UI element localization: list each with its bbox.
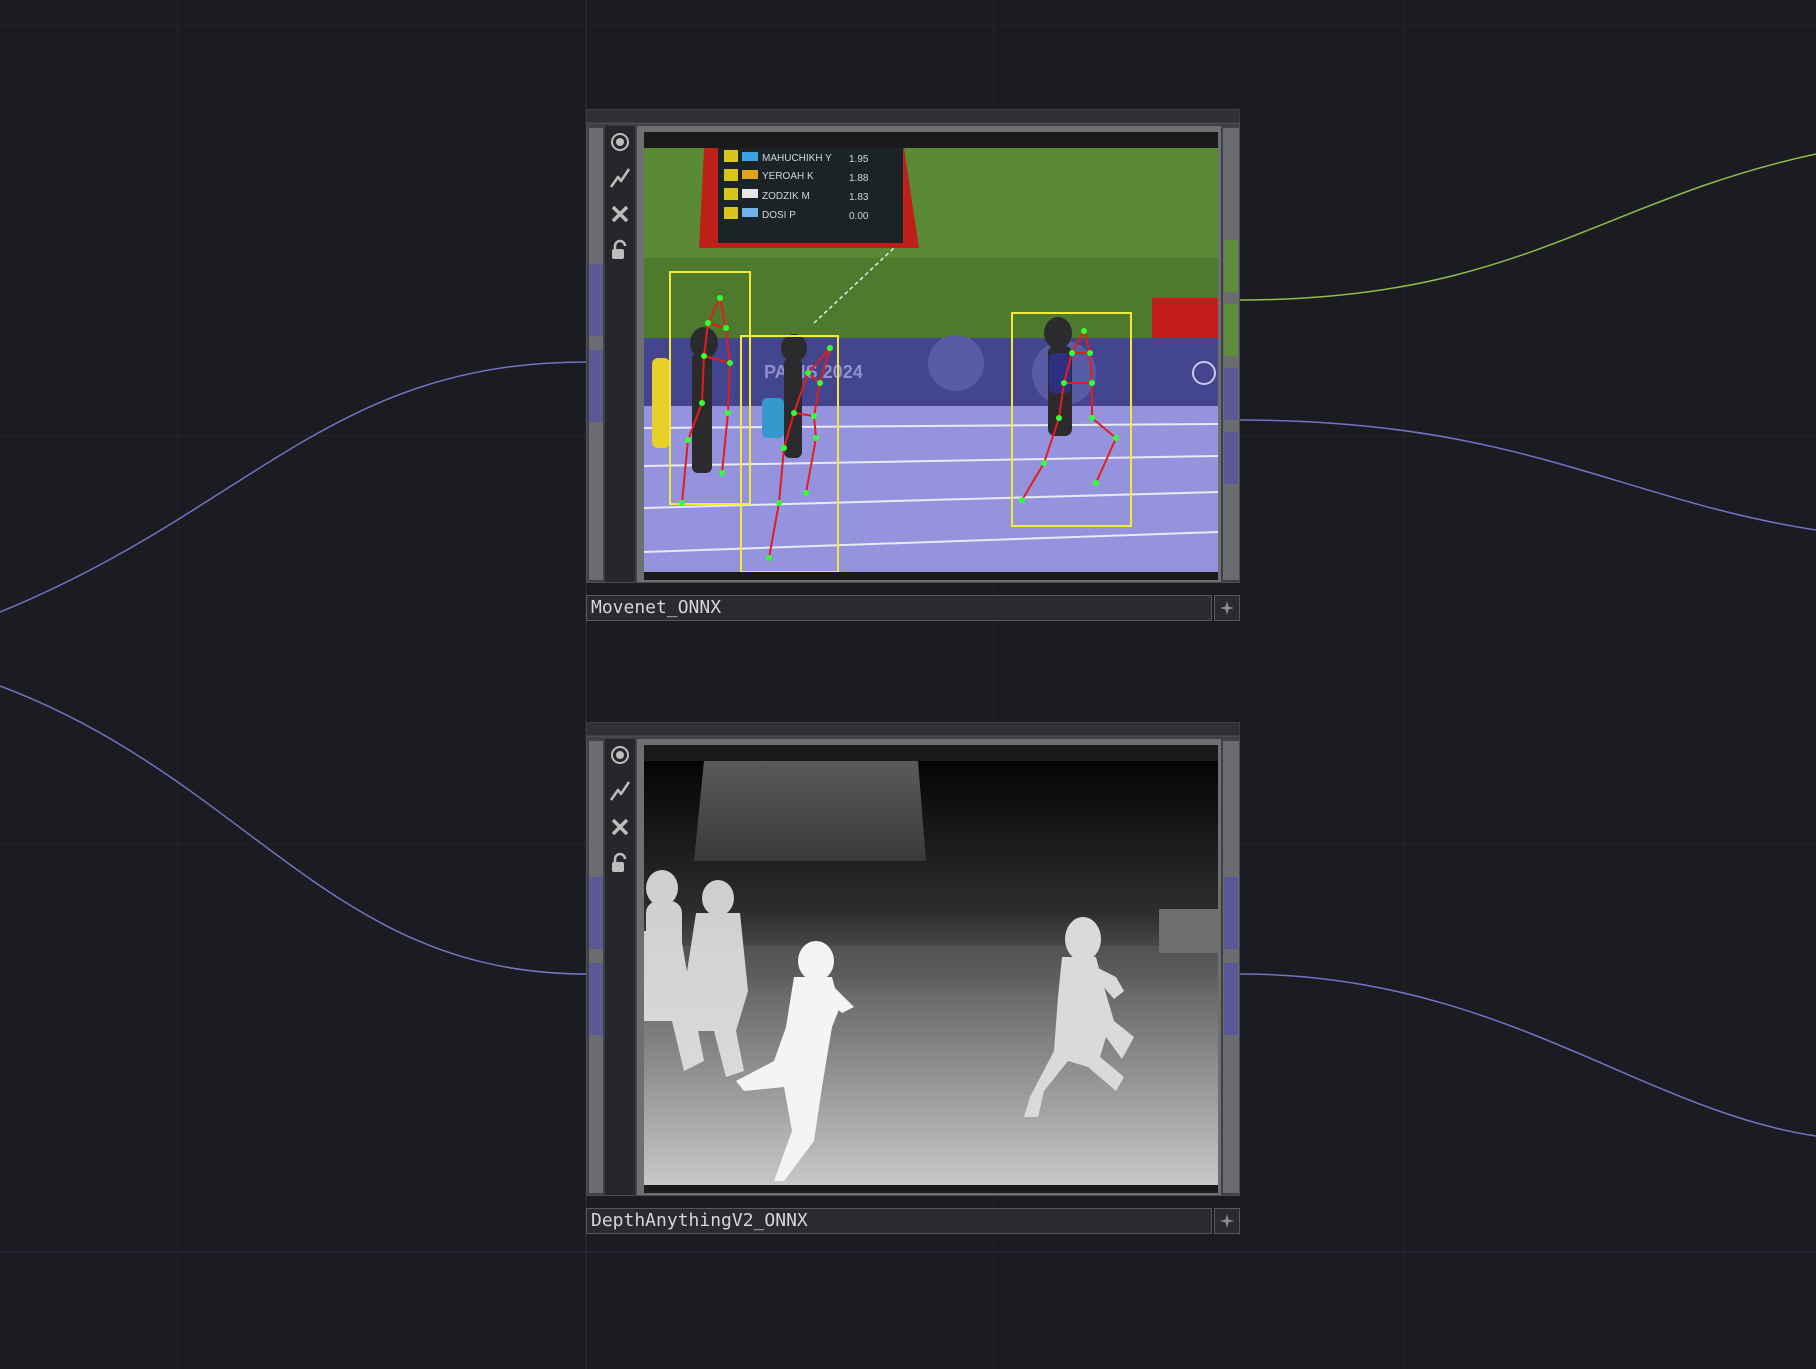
lock-icon[interactable] bbox=[606, 847, 634, 879]
node-header-bar[interactable] bbox=[586, 722, 1240, 736]
pose-scene: MAHUCHIKH Y 1.95 YEROAH K 1.88 ZODZIK M … bbox=[644, 148, 1218, 572]
pose-detection-image: MAHUCHIKH Y 1.95 YEROAH K 1.88 ZODZIK M … bbox=[644, 148, 1218, 572]
svg-text:0.00: 0.00 bbox=[849, 211, 869, 222]
output-port[interactable] bbox=[1224, 432, 1238, 484]
view-icon[interactable] bbox=[606, 126, 634, 158]
node-frame bbox=[586, 736, 1240, 1196]
svg-text:1.83: 1.83 bbox=[849, 192, 869, 203]
node-toolbar bbox=[605, 739, 635, 1195]
depth-map-image bbox=[644, 761, 1218, 1185]
lightning-icon[interactable] bbox=[606, 162, 634, 194]
lightning-icon[interactable] bbox=[606, 775, 634, 807]
wire-out-movenet-green bbox=[1239, 153, 1816, 301]
node-header-bar[interactable] bbox=[586, 109, 1240, 123]
svg-text:1.88: 1.88 bbox=[849, 173, 869, 184]
input-port[interactable] bbox=[589, 350, 603, 422]
output-port[interactable] bbox=[1224, 877, 1238, 949]
node-viewer[interactable] bbox=[637, 739, 1221, 1195]
input-port[interactable] bbox=[589, 264, 603, 336]
svg-text:ZODZIK M: ZODZIK M bbox=[762, 191, 810, 202]
node-name-field[interactable]: Movenet_ONNX bbox=[586, 595, 1212, 621]
depth-scene bbox=[644, 761, 1218, 1185]
node-name-field[interactable]: DepthAnythingV2_ONNX bbox=[586, 1208, 1212, 1234]
output-port[interactable] bbox=[1224, 368, 1238, 420]
svg-text:1.95: 1.95 bbox=[849, 154, 869, 165]
close-icon[interactable] bbox=[606, 198, 634, 230]
input-port[interactable] bbox=[589, 963, 603, 1035]
wire-in-depth bbox=[0, 685, 587, 975]
close-icon[interactable] bbox=[606, 811, 634, 843]
node-viewer[interactable]: MAHUCHIKH Y 1.95 YEROAH K 1.88 ZODZIK M … bbox=[637, 126, 1221, 582]
add-icon[interactable] bbox=[1214, 595, 1240, 621]
svg-text:DOSI P: DOSI P bbox=[762, 210, 796, 221]
node-toolbar bbox=[605, 126, 635, 582]
add-icon[interactable] bbox=[1214, 1208, 1240, 1234]
wire-out-depth bbox=[1239, 973, 1816, 1137]
svg-text:MAHUCHIKH Y: MAHUCHIKH Y bbox=[762, 153, 832, 164]
wire-in-movenet bbox=[0, 361, 587, 613]
svg-text:PARIS 2024: PARIS 2024 bbox=[764, 362, 863, 382]
lock-icon[interactable] bbox=[606, 234, 634, 266]
wire-out-movenet-purple bbox=[1239, 419, 1816, 531]
svg-text:YEROAH K: YEROAH K bbox=[762, 171, 814, 182]
input-port[interactable] bbox=[589, 877, 603, 949]
output-port-green[interactable] bbox=[1224, 240, 1238, 292]
output-port[interactable] bbox=[1224, 963, 1238, 1035]
output-port-green[interactable] bbox=[1224, 304, 1238, 356]
view-icon[interactable] bbox=[606, 739, 634, 771]
node-frame: MAHUCHIKH Y 1.95 YEROAH K 1.88 ZODZIK M … bbox=[586, 123, 1240, 583]
